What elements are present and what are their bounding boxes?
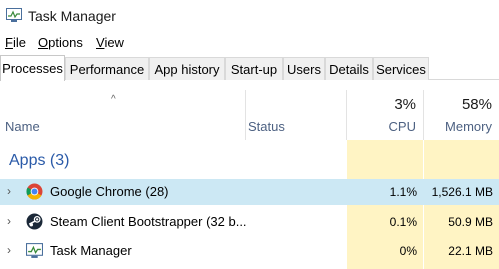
column-header-status[interactable]: Status: [248, 119, 285, 134]
menu-bar: File Options View: [0, 32, 499, 54]
tab-performance[interactable]: Performance: [65, 57, 149, 80]
menu-file[interactable]: File: [5, 35, 26, 50]
column-header-name[interactable]: Name: [5, 119, 40, 134]
process-cpu: 1.1%: [347, 179, 423, 205]
process-memory: 22.1 MB: [448, 244, 493, 258]
tab-services[interactable]: Services: [373, 57, 429, 80]
column-divider[interactable]: [245, 90, 246, 140]
process-row-task-manager[interactable]: › Task Manager 0% 22.1 MB: [0, 238, 499, 264]
expand-chevron-icon[interactable]: ›: [7, 243, 11, 257]
tab-app-history[interactable]: App history: [149, 57, 225, 80]
process-row-google-chrome[interactable]: › Google Chrome (28) 1.1% 1,526.1 MB: [0, 179, 499, 205]
column-header-cpu[interactable]: CPU: [389, 119, 416, 134]
column-divider[interactable]: [423, 90, 424, 140]
process-cpu: 0%: [399, 244, 417, 258]
tab-strip: Processes Performance App history Start-…: [0, 55, 499, 81]
chrome-icon: [26, 183, 43, 200]
menu-options[interactable]: Options: [38, 35, 83, 50]
tab-processes[interactable]: Processes: [0, 55, 65, 81]
column-header-memory[interactable]: Memory: [445, 119, 492, 134]
process-name: Google Chrome (28): [50, 184, 169, 199]
task-manager-icon: [6, 8, 22, 22]
cpu-total-percent: 3%: [394, 96, 416, 113]
tab-start-up[interactable]: Start-up: [225, 57, 283, 80]
tab-details[interactable]: Details: [325, 57, 373, 80]
process-memory: 50.9 MB: [448, 215, 493, 229]
process-name: Task Manager: [50, 243, 132, 258]
sort-ascending-icon[interactable]: ^: [111, 94, 116, 105]
memory-total-percent: 58%: [461, 96, 492, 113]
process-memory: 1,526.1 MB: [424, 179, 499, 205]
expand-chevron-icon[interactable]: ›: [7, 214, 11, 228]
window-title: Task Manager: [28, 8, 116, 24]
column-header-row: ^ Name Status 3% CPU 58% Memory: [0, 82, 499, 140]
group-label-apps: Apps (3): [9, 152, 70, 169]
process-cpu: 0.1%: [389, 215, 417, 229]
steam-icon: [26, 213, 43, 230]
expand-chevron-icon[interactable]: ›: [7, 184, 11, 198]
task-manager-icon: [26, 243, 43, 258]
column-divider[interactable]: [346, 90, 347, 140]
menu-view[interactable]: View: [96, 35, 124, 50]
process-row-steam-client-bootstrapper[interactable]: › Steam Client Bootstrapper (32 b... 0.1…: [0, 209, 499, 235]
tab-users[interactable]: Users: [283, 57, 325, 80]
process-name: Steam Client Bootstrapper (32 b...: [50, 214, 247, 229]
title-bar: Task Manager: [0, 0, 499, 32]
